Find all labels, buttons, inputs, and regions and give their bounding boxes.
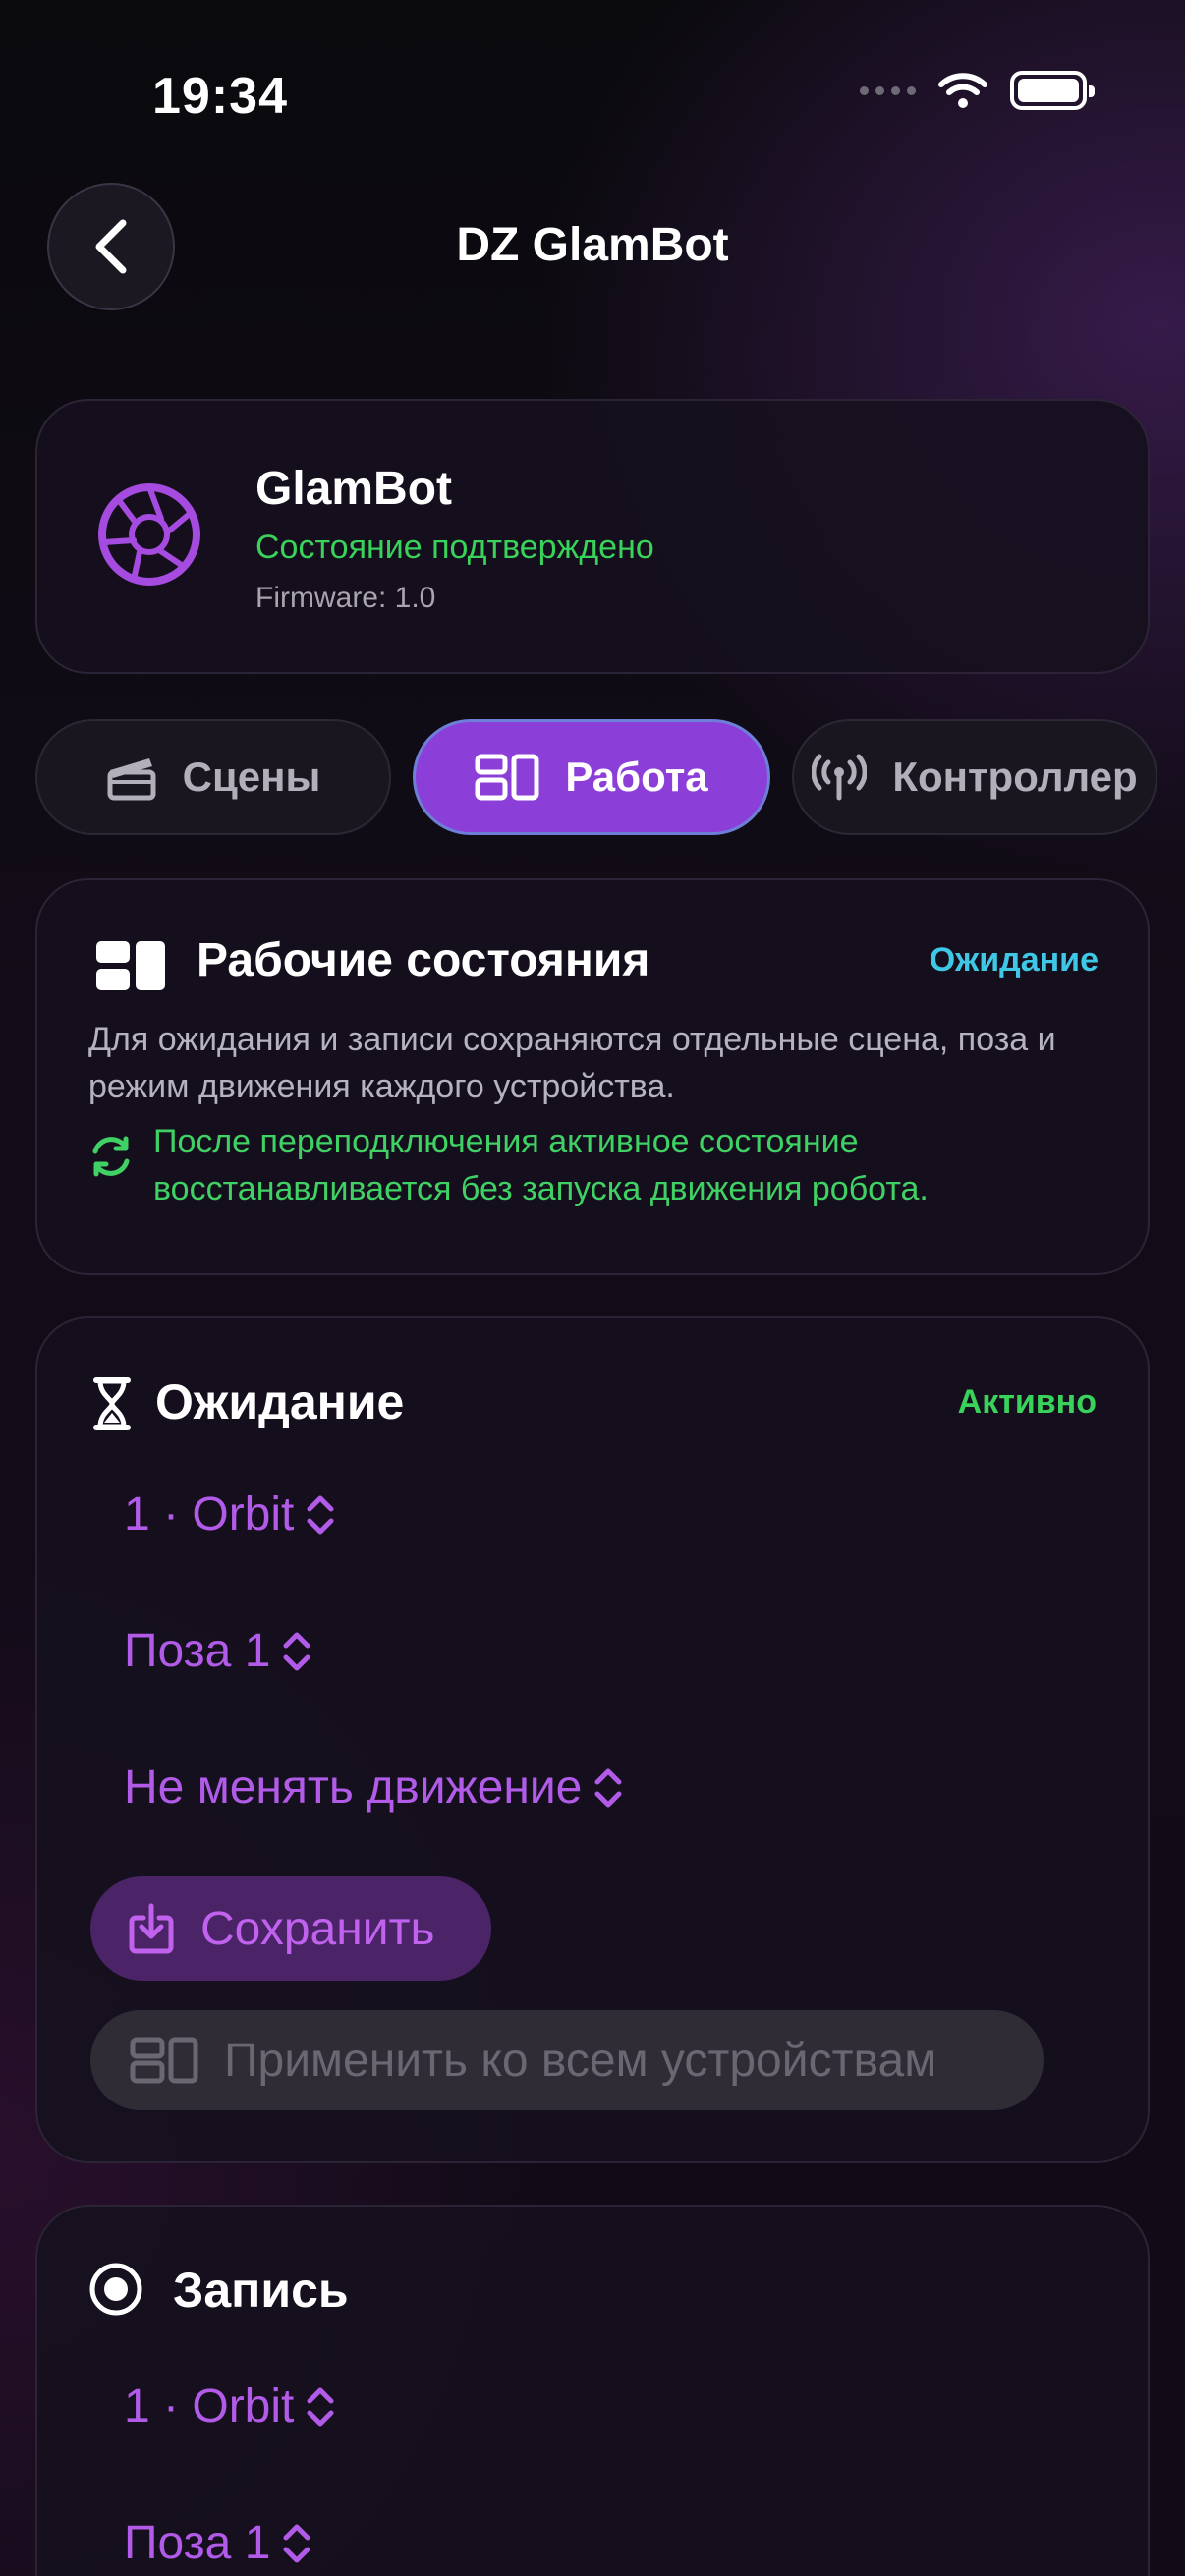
chevron-up-down-icon <box>283 2524 310 2562</box>
battery-icon <box>1010 71 1095 110</box>
tab-label: Контроллер <box>892 754 1138 800</box>
scene-picker-value: 1 · Orbit <box>124 2380 295 2433</box>
clapperboard-icon <box>107 758 156 801</box>
antenna-icon <box>812 754 868 801</box>
apply-all-button-label: Применить ко всем устройствам <box>224 2034 937 2087</box>
work-states-card: Рабочие состояния Ожидание Для ожидания … <box>35 878 1150 1275</box>
chevron-up-down-icon <box>307 1495 334 1534</box>
device-state: Состояние подтверждено <box>255 529 654 566</box>
save-button-label: Сохранить <box>200 1902 435 1955</box>
record-card: Запись 1 · Orbit Поза 1 <box>35 2205 1150 2576</box>
layout-icon <box>96 941 165 990</box>
pose-picker-value: Поза 1 <box>124 1625 271 1677</box>
device-card: GlamBot Состояние подтверждено Firmware:… <box>35 399 1150 674</box>
save-tray-icon <box>129 1903 174 1954</box>
save-button[interactable]: Сохранить <box>90 1876 491 1981</box>
idle-card: Ожидание Активно 1 · Orbit Поза 1 Не мен… <box>35 1316 1150 2163</box>
record-icon <box>89 2263 142 2316</box>
scene-picker[interactable]: 1 · Orbit <box>124 2380 337 2434</box>
tab-label: Работа <box>565 754 708 800</box>
work-states-description: Для ожидания и записи сохраняются отдель… <box>88 1021 1056 1105</box>
chevron-up-down-icon <box>307 2387 334 2426</box>
cellular-signal-icon <box>860 85 916 95</box>
wifi-icon <box>938 73 988 108</box>
device-firmware: Firmware: 1.0 <box>255 582 436 614</box>
aperture-icon <box>98 483 200 586</box>
status-time: 19:34 <box>152 68 288 125</box>
sync-icon <box>92 1136 130 1177</box>
pose-picker[interactable]: Поза 1 <box>124 2516 313 2570</box>
chevron-up-down-icon <box>594 1768 622 1807</box>
tab-label: Сцены <box>182 754 321 800</box>
apply-all-button[interactable]: Применить ко всем устройствам <box>90 2010 1044 2110</box>
screen: { "status_bar": { "time": "19:34" }, "na… <box>0 0 1185 2576</box>
scene-picker-value: 1 · Orbit <box>124 1488 295 1540</box>
work-states-title: Рабочие состояния <box>197 934 650 986</box>
status-badge: Ожидание <box>929 941 1099 979</box>
motion-picker[interactable]: Не менять движение <box>124 1761 625 1815</box>
pose-picker[interactable]: Поза 1 <box>124 1624 313 1678</box>
chevron-up-down-icon <box>283 1632 310 1670</box>
idle-title: Ожидание <box>155 1374 405 1429</box>
pose-picker-value: Поза 1 <box>124 2517 271 2569</box>
layout-icon <box>130 2037 198 2084</box>
reconnect-note: После переподключения активное состояние… <box>153 1123 929 1207</box>
hourglass-icon <box>93 1377 131 1430</box>
tab-work[interactable]: Работа <box>413 719 770 835</box>
record-title: Запись <box>173 2263 349 2318</box>
status-icons <box>860 71 1095 110</box>
device-name: GlamBot <box>255 463 453 515</box>
page-title: DZ GlamBot <box>456 219 729 271</box>
motion-picker-value: Не менять движение <box>124 1762 583 1814</box>
tab-scenes[interactable]: Сцены <box>35 719 391 835</box>
scene-picker[interactable]: 1 · Orbit <box>124 1487 337 1541</box>
layout-icon <box>475 754 539 801</box>
idle-status: Активно <box>957 1383 1097 1421</box>
tab-controller[interactable]: Контроллер <box>792 719 1157 835</box>
